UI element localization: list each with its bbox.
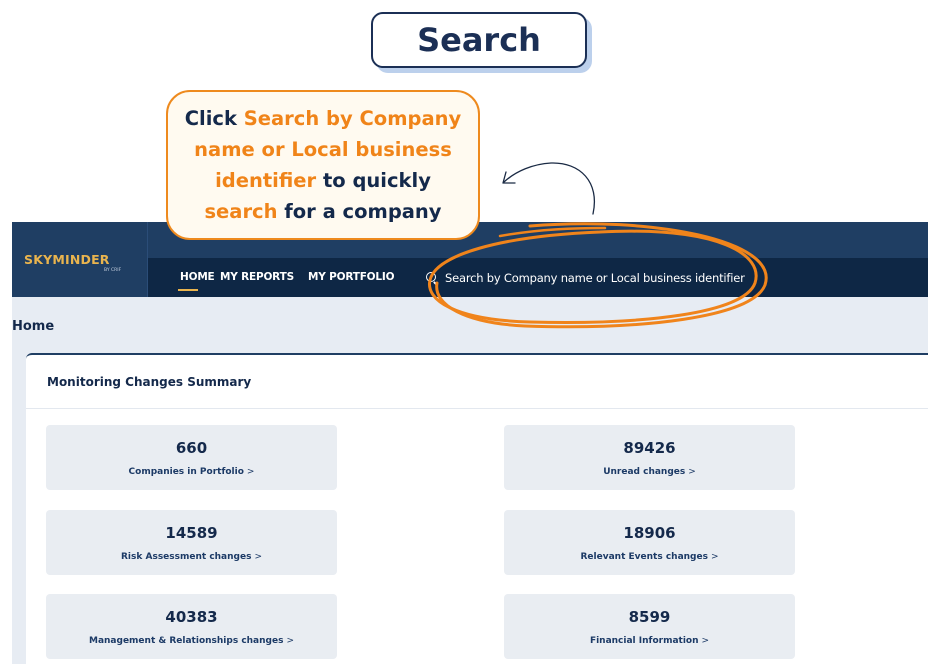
card-label-text: Relevant Events changes [580, 552, 708, 562]
card-label: Financial Information > [504, 636, 795, 646]
card-value: 8599 [628, 608, 671, 626]
card-value: 660 [175, 439, 208, 457]
card-label-text: Risk Assessment changes [121, 552, 252, 562]
card-relevant-events-changes[interactable]: 18906 Relevant Events changes > [504, 510, 795, 575]
panel-title: Monitoring Changes Summary [47, 375, 252, 389]
chevron-right-icon: > [246, 467, 255, 477]
nav-bar: HOME MY REPORTS MY PORTFOLIO Search by C… [148, 258, 928, 297]
card-label-text: Companies in Portfolio [128, 467, 244, 477]
instruction-callout: Click Search by Company name or Local bu… [166, 90, 480, 240]
search-input[interactable]: Search by Company name or Local business… [426, 267, 786, 289]
logo-sub: BY CRIF [104, 268, 122, 273]
app-screenshot: SKYMINDER BY CRIF HOME MY REPORTS MY POR… [12, 222, 928, 664]
search-placeholder: Search by Company name or Local business… [445, 271, 745, 285]
page-heading: Search [371, 12, 587, 68]
card-management-relationships-changes[interactable]: 40383 Management & Relationships changes… [46, 594, 337, 659]
chevron-right-icon: > [688, 467, 696, 477]
card-unread-changes[interactable]: 89426 Unread changes > [504, 425, 795, 490]
card-label: Management & Relationships changes > [46, 636, 337, 646]
card-label-text: Unread changes [603, 467, 686, 477]
chevron-right-icon: > [701, 636, 710, 646]
page-heading-text: Search [417, 21, 541, 59]
card-label: Risk Assessment changes > [46, 552, 337, 562]
card-companies-in-portfolio[interactable]: 660 Companies in Portfolio > [46, 425, 337, 490]
logo-name: SKYMINDER [24, 252, 110, 267]
card-value: 18906 [623, 524, 676, 542]
panel-header: Monitoring Changes Summary [26, 355, 928, 409]
card-value: 40383 [165, 608, 218, 626]
curved-arrow [502, 162, 595, 215]
logo[interactable]: SKYMINDER BY CRIF [12, 222, 148, 297]
nav-home-active-indicator [178, 289, 198, 291]
instruction-part-5: for a company [277, 200, 442, 223]
card-label: Relevant Events changes > [504, 552, 795, 562]
nav-my-reports[interactable]: MY REPORTS [220, 271, 294, 283]
chevron-right-icon: > [710, 552, 719, 562]
card-risk-assessment-changes[interactable]: 14589 Risk Assessment changes > [46, 510, 337, 575]
nav-home[interactable]: HOME [180, 271, 215, 283]
card-label: Companies in Portfolio > [46, 467, 337, 477]
chevron-right-icon: > [286, 636, 294, 646]
instruction-part-1: Click [184, 107, 244, 130]
instruction-text: Click Search by Company name or Local bu… [176, 103, 470, 227]
card-value: 14589 [165, 524, 218, 542]
card-label-text: Financial Information [589, 636, 699, 646]
card-value: 89426 [623, 439, 676, 457]
card-label: Unread changes > [504, 467, 795, 477]
chevron-right-icon: > [254, 552, 262, 562]
card-label-text: Management & Relationships changes [89, 636, 284, 646]
instruction-highlight-search: search [204, 200, 278, 223]
instruction-part-3: to quickly [316, 169, 431, 192]
monitoring-summary-panel: Monitoring Changes Summary 660 Companies… [26, 353, 928, 664]
search-icon [426, 271, 439, 286]
page-title: Home [12, 319, 55, 334]
card-financial-information[interactable]: 8599 Financial Information > [504, 594, 795, 659]
nav-my-portfolio[interactable]: MY PORTFOLIO [308, 271, 395, 283]
